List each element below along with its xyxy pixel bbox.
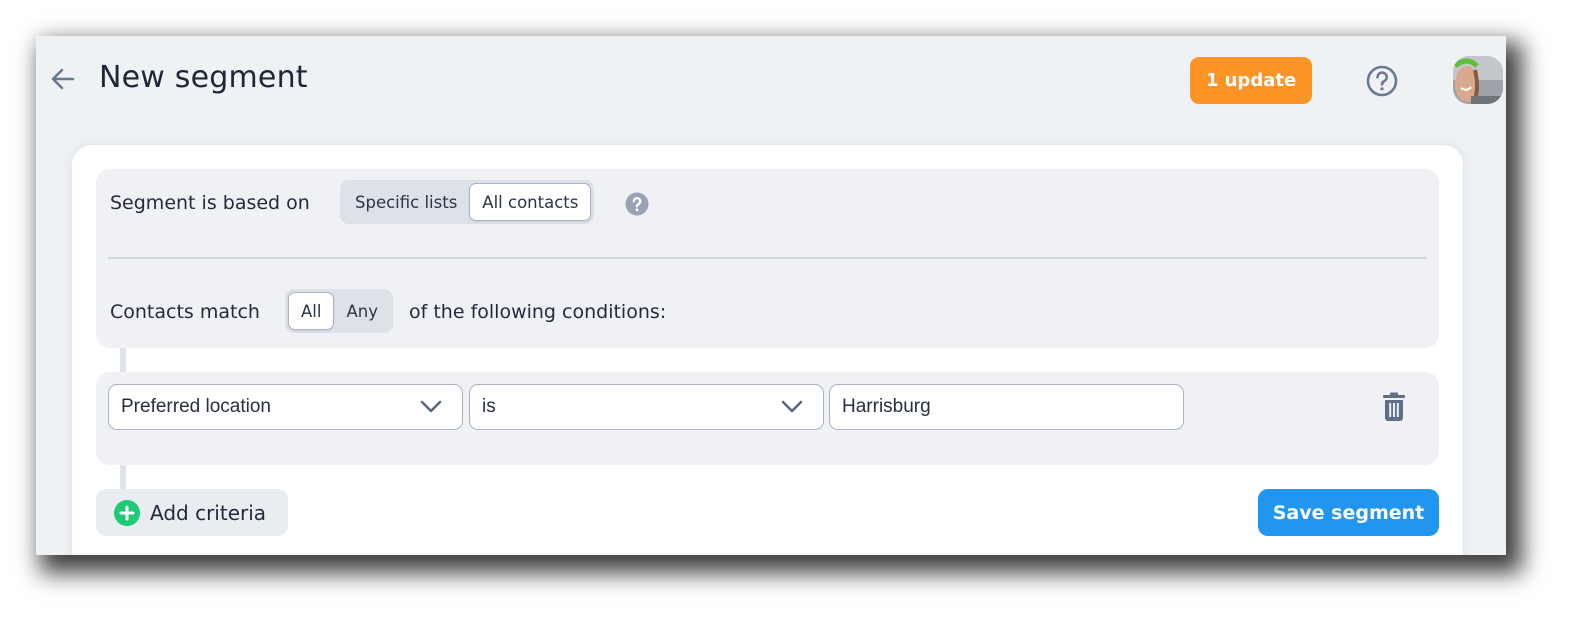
back-button[interactable] bbox=[48, 64, 78, 94]
segment-basis-toggle: Specific lists All contacts bbox=[340, 180, 595, 224]
field-select-value: Preferred location bbox=[121, 396, 271, 417]
chevron-down-icon bbox=[781, 400, 803, 413]
flow-connector bbox=[120, 348, 126, 372]
save-segment-button[interactable]: Save segment bbox=[1258, 489, 1439, 536]
option-all[interactable]: All bbox=[288, 292, 335, 330]
field-select[interactable]: Preferred location bbox=[108, 384, 463, 430]
page-header: New segment 1 update bbox=[36, 36, 1506, 126]
option-all-contacts[interactable]: All contacts bbox=[469, 183, 592, 221]
condition-row: Preferred location is bbox=[96, 372, 1439, 465]
help-button[interactable] bbox=[1365, 64, 1399, 98]
flow-connector bbox=[120, 465, 126, 489]
add-criteria-label: Add criteria bbox=[150, 500, 267, 525]
match-toggle: All Any bbox=[285, 289, 393, 333]
user-avatar[interactable] bbox=[1453, 56, 1503, 104]
segment-settings-panel: Segment is based on Specific lists All c… bbox=[96, 169, 1439, 348]
trash-icon[interactable] bbox=[1381, 392, 1407, 422]
add-criteria-button[interactable]: Add criteria bbox=[96, 489, 288, 536]
segment-card: Segment is based on Specific lists All c… bbox=[72, 145, 1463, 555]
operator-select-value: is bbox=[482, 396, 496, 417]
page-title: New segment bbox=[99, 60, 308, 95]
app-window: New segment 1 update Segment is based on… bbox=[36, 36, 1506, 555]
update-button[interactable]: 1 update bbox=[1190, 57, 1312, 104]
arrow-left-icon bbox=[51, 68, 75, 90]
question-badge-icon[interactable] bbox=[625, 192, 649, 216]
condition-value-input[interactable] bbox=[829, 384, 1184, 430]
section-divider bbox=[108, 257, 1427, 259]
contacts-match-label: Contacts match bbox=[110, 301, 260, 323]
option-specific-lists[interactable]: Specific lists bbox=[343, 183, 469, 221]
avatar-photo bbox=[1453, 56, 1503, 104]
plus-circle-icon bbox=[114, 499, 140, 526]
chevron-down-icon bbox=[420, 400, 442, 413]
operator-select[interactable]: is bbox=[469, 384, 824, 430]
question-circle-icon bbox=[1366, 65, 1398, 97]
option-any[interactable]: Any bbox=[334, 292, 390, 330]
conditions-suffix-label: of the following conditions: bbox=[409, 301, 667, 323]
segment-basis-label: Segment is based on bbox=[110, 192, 310, 214]
